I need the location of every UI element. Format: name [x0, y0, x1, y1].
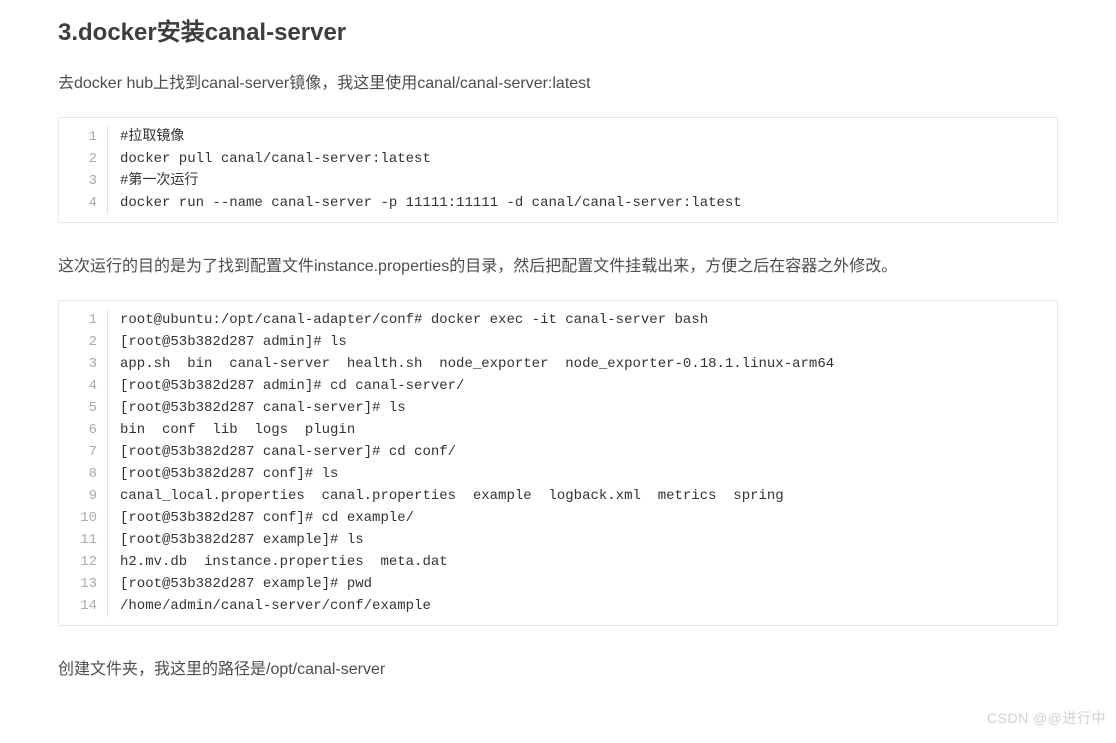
- code-text: [root@53b382d287 example]# ls: [120, 529, 376, 551]
- code-text: [root@53b382d287 canal-server]# cd conf/: [120, 441, 468, 463]
- line-number: 9: [59, 485, 107, 507]
- paragraph-purpose: 这次运行的目的是为了找到配置文件instance.properties的目录，然…: [58, 253, 1058, 280]
- line-number: 3: [59, 170, 107, 192]
- code-line: 7 [root@53b382d287 canal-server]# cd conf…: [59, 441, 1057, 463]
- code-text: [root@53b382d287 conf]# ls: [120, 463, 350, 485]
- code-line: 3 #第一次运行: [59, 170, 1057, 192]
- section-heading: 3.docker安装canal-server: [58, 16, 1058, 50]
- code-text: [root@53b382d287 example]# pwd: [120, 573, 384, 595]
- line-number: 5: [59, 397, 107, 419]
- line-number: 6: [59, 419, 107, 441]
- code-line: 8 [root@53b382d287 conf]# ls: [59, 463, 1057, 485]
- code-text: h2.mv.db instance.properties meta.dat: [120, 551, 460, 573]
- code-line: 12 h2.mv.db instance.properties meta.dat: [59, 551, 1057, 573]
- code-text: root@ubuntu:/opt/canal-adapter/conf# doc…: [120, 309, 720, 331]
- code-text: [root@53b382d287 canal-server]# ls: [120, 397, 418, 419]
- line-number: 7: [59, 441, 107, 463]
- code-text: bin conf lib logs plugin: [120, 419, 367, 441]
- code-line: 3 app.sh bin canal-server health.sh node_…: [59, 353, 1057, 375]
- code-line: 9 canal_local.properties canal.properties…: [59, 485, 1057, 507]
- code-line: 6 bin conf lib logs plugin: [59, 419, 1057, 441]
- code-text: docker run --name canal-server -p 11111:…: [120, 192, 754, 214]
- line-number: 4: [59, 192, 107, 214]
- code-text: [root@53b382d287 admin]# ls: [120, 331, 359, 353]
- line-number: 1: [59, 126, 107, 148]
- line-number: 3: [59, 353, 107, 375]
- code-line: 11 [root@53b382d287 example]# ls: [59, 529, 1057, 551]
- line-number: 10: [59, 507, 107, 529]
- code-text: [root@53b382d287 admin]# cd canal-server…: [120, 375, 476, 397]
- code-line: 1 root@ubuntu:/opt/canal-adapter/conf# do…: [59, 309, 1057, 331]
- line-number: 11: [59, 529, 107, 551]
- line-number: 1: [59, 309, 107, 331]
- code-block-1[interactable]: 1 #拉取镜像 2 docker pull canal/canal-server:l…: [58, 117, 1058, 223]
- line-number: 13: [59, 573, 107, 595]
- code-text: canal_local.properties canal.properties …: [120, 485, 796, 507]
- code-text: docker pull canal/canal-server:latest: [120, 148, 443, 170]
- line-number: 4: [59, 375, 107, 397]
- line-number: 8: [59, 463, 107, 485]
- paragraph-intro: 去docker hub上找到canal-server镜像，我这里使用canal/…: [58, 70, 1058, 97]
- line-number: 2: [59, 148, 107, 170]
- code-line: 5 [root@53b382d287 canal-server]# ls: [59, 397, 1057, 419]
- code-block-2[interactable]: 1 root@ubuntu:/opt/canal-adapter/conf# do…: [58, 300, 1058, 626]
- code-text: #拉取镜像: [120, 126, 196, 148]
- code-line: 1 #拉取镜像: [59, 126, 1057, 148]
- code-line: 13 [root@53b382d287 example]# pwd: [59, 573, 1057, 595]
- code-text: /home/admin/canal-server/conf/example: [120, 595, 443, 617]
- article-container: 3.docker安装canal-server 去docker hub上找到can…: [0, 0, 1116, 743]
- code-text: app.sh bin canal-server health.sh node_e…: [120, 353, 846, 375]
- code-line: 4 [root@53b382d287 admin]# cd canal-serve…: [59, 375, 1057, 397]
- line-number: 2: [59, 331, 107, 353]
- code-text: [root@53b382d287 conf]# cd example/: [120, 507, 426, 529]
- code-line: 2 docker pull canal/canal-server:latest: [59, 148, 1057, 170]
- code-line: 10 [root@53b382d287 conf]# cd example/: [59, 507, 1057, 529]
- code-line: 14/home/admin/canal-server/conf/example: [59, 595, 1057, 617]
- code-line: 4 docker run --name canal-server -p 11111…: [59, 192, 1057, 214]
- line-number: 12: [59, 551, 107, 573]
- code-line: 2 [root@53b382d287 admin]# ls: [59, 331, 1057, 353]
- line-number: 14: [59, 595, 107, 617]
- code-text: #第一次运行: [120, 170, 210, 192]
- paragraph-mkdir: 创建文件夹，我这里的路径是/opt/canal-server: [58, 656, 1058, 683]
